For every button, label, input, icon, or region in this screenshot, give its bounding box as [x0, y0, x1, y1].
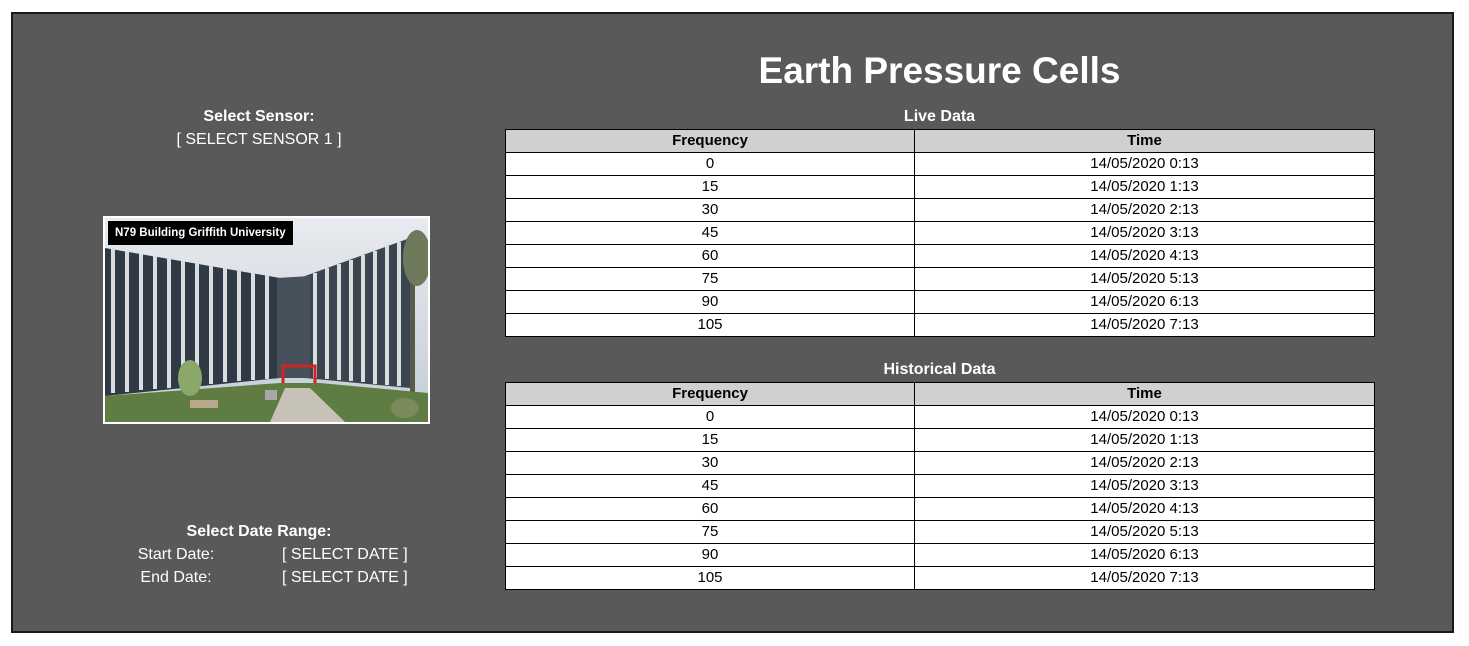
time-cell: 14/05/2020 7:13 — [914, 566, 1375, 590]
table-row: 30 14/05/2020 2:13 — [505, 451, 1375, 475]
frequency-cell: 15 — [505, 428, 915, 452]
table-row: 75 14/05/2020 5:13 — [505, 520, 1375, 544]
frequency-cell: 60 — [505, 244, 915, 268]
time-cell: 14/05/2020 2:13 — [914, 451, 1375, 475]
frequency-cell: 30 — [505, 198, 915, 222]
time-cell: 14/05/2020 4:13 — [914, 497, 1375, 521]
frequency-cell: 75 — [505, 520, 915, 544]
table-header-row: Frequency Time — [505, 129, 1375, 153]
end-date-label: End Date: — [140, 569, 212, 586]
start-date-label: Start Date: — [137, 546, 215, 563]
table-row: 90 14/05/2020 6:13 — [505, 290, 1375, 314]
table-row: 60 14/05/2020 4:13 — [505, 497, 1375, 521]
frequency-header: Frequency — [505, 129, 915, 153]
table-row: 90 14/05/2020 6:13 — [505, 543, 1375, 567]
table-row: 15 14/05/2020 1:13 — [505, 175, 1375, 199]
historical-data-title: Historical Data — [883, 361, 996, 378]
time-cell: 14/05/2020 6:13 — [914, 290, 1375, 314]
table-row: 0 14/05/2020 0:13 — [505, 405, 1375, 429]
table-row: 105 14/05/2020 7:13 — [505, 566, 1375, 590]
table-row: 75 14/05/2020 5:13 — [505, 267, 1375, 291]
end-date-select[interactable]: [ SELECT DATE ] — [282, 569, 408, 587]
select-date-range-label: Select Date Range: — [186, 523, 332, 540]
time-cell: 14/05/2020 6:13 — [914, 543, 1375, 567]
frequency-cell: 0 — [505, 405, 915, 429]
table-row: 60 14/05/2020 4:13 — [505, 244, 1375, 268]
table-row: 45 14/05/2020 3:13 — [505, 474, 1375, 498]
frequency-cell: 90 — [505, 543, 915, 567]
frequency-cell: 75 — [505, 267, 915, 291]
frequency-cell: 45 — [505, 221, 915, 245]
photo-caption: N79 Building Griffith University — [108, 221, 293, 245]
historical-data-table: Frequency Time 0 14/05/2020 0:13 15 14/05/… — [505, 382, 1375, 590]
time-cell: 14/05/2020 3:13 — [914, 221, 1375, 245]
table-row: 15 14/05/2020 1:13 — [505, 428, 1375, 452]
frequency-cell: 30 — [505, 451, 915, 475]
frequency-cell: 105 — [505, 313, 915, 337]
time-cell: 14/05/2020 1:13 — [914, 175, 1375, 199]
page-title: Earth Pressure Cells — [758, 50, 1121, 91]
table-row: 0 14/05/2020 0:13 — [505, 152, 1375, 176]
time-cell: 14/05/2020 5:13 — [914, 267, 1375, 291]
frequency-cell: 90 — [505, 290, 915, 314]
building-image — [105, 218, 428, 422]
time-cell: 14/05/2020 5:13 — [914, 520, 1375, 544]
select-sensor-label: Select Sensor: — [203, 108, 315, 125]
frequency-cell: 45 — [505, 474, 915, 498]
sensor-select[interactable]: [ SELECT SENSOR 1 ] — [159, 131, 359, 149]
frequency-cell: 60 — [505, 497, 915, 521]
time-cell: 14/05/2020 0:13 — [914, 405, 1375, 429]
time-header: Time — [914, 382, 1375, 406]
frequency-cell: 105 — [505, 566, 915, 590]
frequency-header: Frequency — [505, 382, 915, 406]
time-cell: 14/05/2020 3:13 — [914, 474, 1375, 498]
time-cell: 14/05/2020 2:13 — [914, 198, 1375, 222]
building-photo: N79 Building Griffith University — [103, 216, 430, 424]
frequency-cell: 0 — [505, 152, 915, 176]
live-data-title: Live Data — [903, 108, 976, 125]
frequency-cell: 15 — [505, 175, 915, 199]
start-date-select[interactable]: [ SELECT DATE ] — [282, 546, 408, 564]
table-row: 45 14/05/2020 3:13 — [505, 221, 1375, 245]
time-cell: 14/05/2020 1:13 — [914, 428, 1375, 452]
time-header: Time — [914, 129, 1375, 153]
live-data-table: Frequency Time 0 14/05/2020 0:13 15 14/05/… — [505, 129, 1375, 337]
table-header-row: Frequency Time — [505, 382, 1375, 406]
time-cell: 14/05/2020 4:13 — [914, 244, 1375, 268]
time-cell: 14/05/2020 0:13 — [914, 152, 1375, 176]
table-row: 30 14/05/2020 2:13 — [505, 198, 1375, 222]
table-row: 105 14/05/2020 7:13 — [505, 313, 1375, 337]
time-cell: 14/05/2020 7:13 — [914, 313, 1375, 337]
